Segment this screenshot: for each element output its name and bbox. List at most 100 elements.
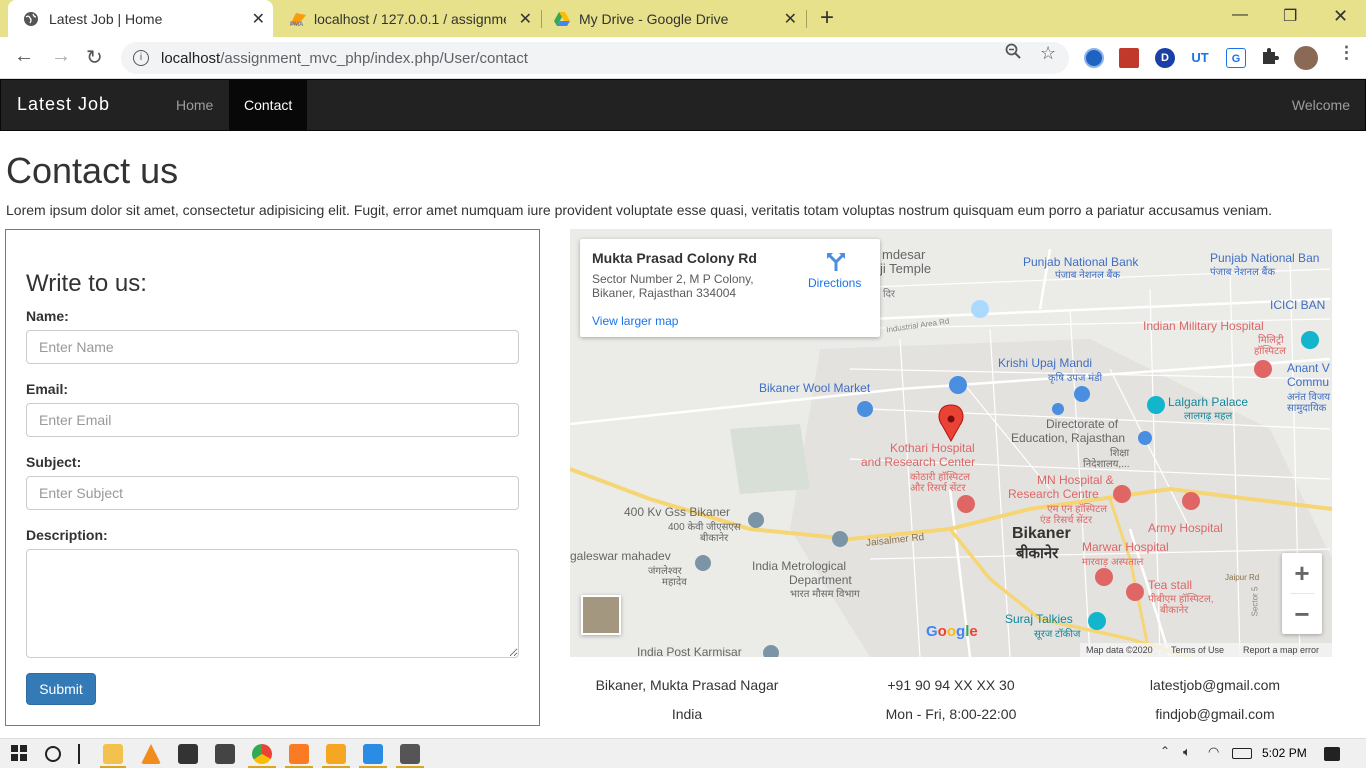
close-tab-icon[interactable]: ✕ [519,9,532,29]
map-label: Sector 5 [1250,586,1260,617]
forward-icon[interactable]: → [51,45,71,68]
terms-link[interactable]: Terms of Use [1171,643,1224,657]
map-label: Indian Military Hospital [1143,319,1264,333]
description-label: Description: [26,527,108,543]
subject-label: Subject: [26,454,82,470]
minimize-icon[interactable]: — [1232,6,1248,24]
tab-phpmyadmin[interactable]: PMA localhost / 127.0.0.1 / assignment ✕ [278,0,540,37]
map-label: Punjab National Ban [1210,251,1320,265]
contact-phone: +91 90 94 XX XX 30 [887,677,1015,693]
extension-icon[interactable]: D [1155,48,1175,68]
map-label: Research Centre [1008,487,1099,501]
windows-start-icon[interactable] [10,744,30,764]
map-label: बीकानेर [700,533,729,544]
terminal-icon[interactable] [215,744,235,764]
tab-google-drive[interactable]: My Drive - Google Drive ✕ [543,0,805,37]
map-label: सामुदायिक [1287,403,1327,414]
email-input[interactable] [26,403,519,437]
xampp-icon[interactable] [289,744,309,764]
notification-icon[interactable] [1324,747,1340,761]
map-label: Bikaner Wool Market [759,381,871,395]
map-label: हॉस्पिटल [1254,346,1286,357]
vscode-icon[interactable] [363,744,383,764]
welcome-text: Welcome [1291,97,1350,113]
map-label: Anant V [1287,361,1330,375]
mail-icon[interactable] [178,744,198,764]
zoom-in-button[interactable]: + [1282,553,1322,593]
vlc-icon[interactable] [141,744,161,764]
tab-separator [541,10,542,28]
file-explorer-icon[interactable] [103,744,123,764]
puzzle-icon[interactable] [1261,47,1279,70]
drive-icon [553,11,570,27]
tray-chevron-icon[interactable]: ⌃ [1160,744,1180,764]
directions-link[interactable]: Directions [808,276,861,290]
close-tab-icon[interactable]: ✕ [252,9,265,29]
zoom-out-button[interactable]: − [1282,594,1322,634]
map-label: ICICI BAN [1270,298,1326,312]
avatar[interactable] [1294,46,1318,70]
map-label: galeswar mahadev [570,549,671,563]
star-icon[interactable]: ☆ [1040,43,1056,64]
close-window-icon[interactable]: ✕ [1333,6,1348,27]
back-icon[interactable]: ← [14,45,34,68]
tab-title: My Drive - Google Drive [579,10,729,27]
extension-icon[interactable]: UT [1190,48,1210,68]
address-bar[interactable]: i localhost/assignment_mvc_php/index.php… [121,42,1069,74]
map-label: Bikaner [1012,525,1071,542]
nav-contact[interactable]: Contact [229,80,308,130]
wifi-icon[interactable]: ◠ [1208,744,1228,764]
satellite-toggle[interactable] [581,595,621,635]
tab-title: localhost / 127.0.0.1 / assignment [314,10,506,27]
contact-email-1: latestjob@gmail.com [1149,677,1281,693]
submit-button[interactable]: Submit [26,673,96,705]
map-label: India Post Karmisar [637,645,742,657]
subject-input[interactable] [26,476,519,510]
tab-separator [806,10,807,28]
map-label: दिर [883,289,895,300]
map-label: भारत मौसम विभाग [790,589,860,600]
url-host: localhost [161,49,221,67]
zoom-icon[interactable] [1005,43,1021,64]
google-logo: Google [926,623,978,640]
contact-address-line1: Bikaner, Mukta Prasad Nagar [595,677,779,693]
extension-icon[interactable]: G [1226,48,1246,68]
embedded-map[interactable]: mdesar ji Temple दिर Punjab National Ban… [570,229,1332,657]
extension-icon[interactable] [1084,48,1104,68]
volume-icon[interactable]: 🔈︎ [1183,744,1203,764]
name-label: Name: [26,308,69,324]
chrome-icon[interactable] [252,744,272,764]
map-label: निदेशालय,... [1083,459,1130,470]
media-player-icon[interactable] [326,744,346,764]
map-label: Lalgarh Palace [1168,395,1249,409]
taskbar-clock[interactable]: 5:02 PM [1262,746,1307,760]
map-label: कृषि उपज मंडी [1048,373,1103,384]
extension-icon[interactable] [1119,48,1139,68]
search-circle-icon[interactable] [45,746,61,762]
description-textarea[interactable] [26,549,519,658]
report-error-link[interactable]: Report a map error [1243,643,1319,657]
tab-latest-job[interactable]: Latest Job | Home ✕ [8,0,273,37]
map-pin-icon [938,404,964,443]
map-info-card: Mukta Prasad Colony Rd Sector Number 2, … [580,239,880,337]
info-icon[interactable]: i [133,50,149,66]
navbar-brand[interactable]: Latest Job [17,94,110,115]
battery-icon[interactable] [1232,748,1252,759]
new-tab-icon[interactable]: + [820,4,834,32]
name-input[interactable] [26,330,519,364]
map-label: India Metrological [752,559,847,573]
task-view-icon[interactable] [78,744,80,764]
svg-text:PMA: PMA [290,22,304,27]
map-data-credit: Map data ©2020 [1086,645,1153,655]
nav-home[interactable]: Home [161,80,228,130]
window-app-icon[interactable] [400,744,420,764]
kebab-menu-icon[interactable]: ⋮ [1338,43,1355,63]
map-label: Army Hospital [1148,521,1223,535]
close-tab-icon[interactable]: ✕ [784,9,797,29]
restore-icon[interactable]: ❐ [1283,6,1297,26]
view-larger-map-link[interactable]: View larger map [592,314,678,328]
directions-icon[interactable] [825,251,847,273]
map-label: एंड रिसर्च सेंटर [1040,515,1093,526]
reload-icon[interactable]: ↻ [86,45,103,70]
url-path: /assignment_mvc_php/index.php/User/conta… [220,49,528,67]
